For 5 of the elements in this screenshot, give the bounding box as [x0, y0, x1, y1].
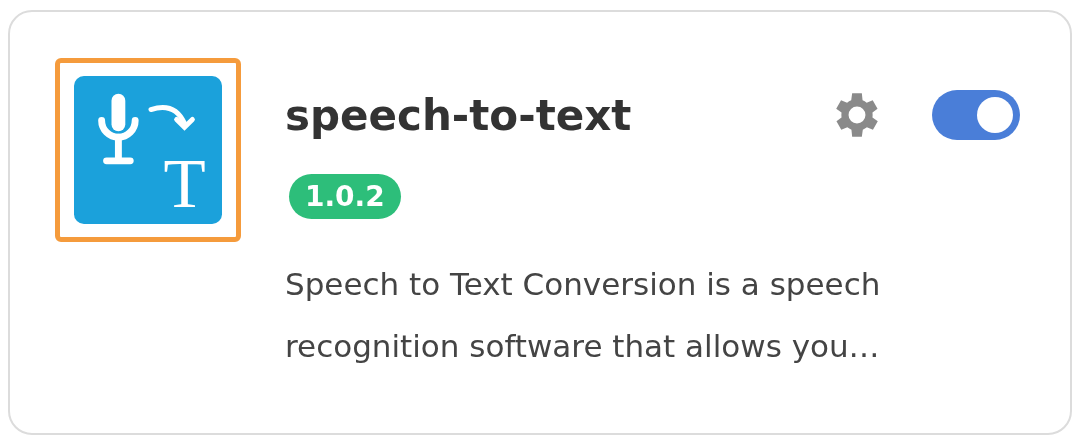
- app-logo-icon: T: [73, 76, 223, 224]
- app-description: Speech to Text Conversion is a speech recognition software that allows you…: [285, 265, 882, 366]
- enable-toggle[interactable]: [932, 90, 1020, 140]
- app-title: speech-to-text: [285, 90, 633, 140]
- version-badge: 1.0.2: [289, 174, 401, 219]
